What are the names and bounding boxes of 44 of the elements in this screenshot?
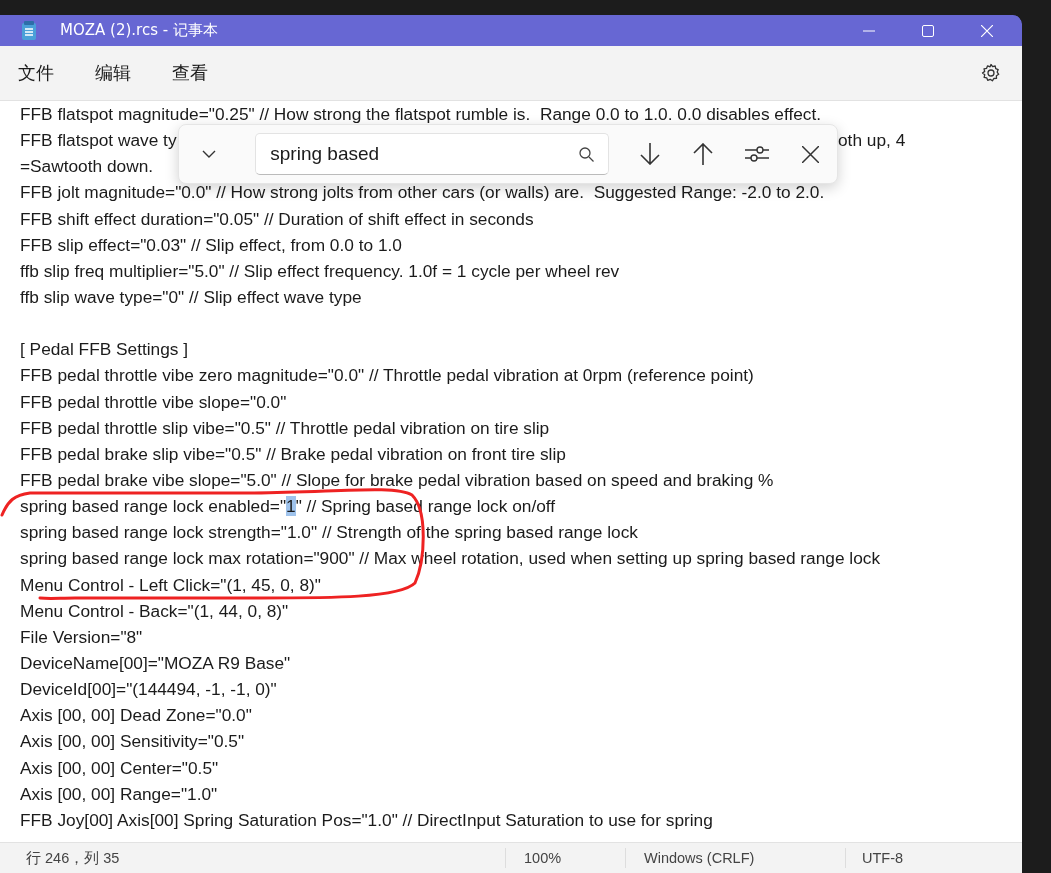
text-line: Axis [00, 00] Range="1.0" [20, 783, 218, 804]
text-line: FFB pedal throttle vibe slope="0.0" [20, 391, 287, 412]
text-line: FFB flatspot magnitude="0.25" // How strong the flatspot rumble is. Range 0.0 to 1.0. 0.0 disables effect. [20, 104, 822, 124]
search-icon[interactable] [579, 146, 595, 162]
text-line: FFB pedal brake slip vibe="0.5" // Brake pedal vibration on front tire slip [20, 443, 566, 464]
text-line: File Version="8" [20, 626, 143, 647]
text-line: =Sawtooth down. [20, 156, 154, 177]
text-line: spring based range lock strength="1.0" // Strength of the spring based range lock [20, 522, 638, 543]
text-line: FFB pedal throttle slip vibe="0.5" // Throttle pedal vibration on tire slip [20, 417, 550, 438]
text-line: DeviceName[00]="MOZA R9 Base" [20, 652, 291, 673]
text-line: Axis [00, 00] Center="0.5" [20, 757, 219, 778]
window-title: MOZA (2).rcs - 记事本 [60, 21, 218, 40]
chevron-down-icon[interactable] [202, 150, 217, 158]
text-line: Menu Control - Back="(1, 44, 0, 8)" [20, 600, 289, 621]
text-line: FFB shift effect duration="0.05" // Duration of shift effect in seconds [20, 208, 534, 229]
text-line: FFB jolt magnitude="0.0" // How strong jolts from other cars (or walls) are. Suggested Range: -2.0 to 2.0. [20, 182, 825, 203]
arrow-down-icon[interactable] [639, 143, 660, 165]
text-line: FFB pedal throttle vibe zero magnitude="0.0" // Throttle pedal vibration at 0rpm (reference point) [20, 365, 754, 386]
notepad-icon [20, 20, 38, 41]
arrow-up-icon[interactable] [693, 143, 714, 165]
text-line: DeviceId[00]="(144494, -1, -1, 0)" [20, 679, 277, 700]
text-line: FFB pedal brake vibe slope="5.0" // Slope for brake pedal vibration based on speed and braking % [20, 469, 774, 490]
menu-item[interactable]: 查看 [164, 57, 216, 89]
text-line: [ Pedal FFB Settings ] [20, 339, 189, 360]
line-ending: Windows (CRLF) [644, 850, 756, 866]
text-line: FFB flatspot wave ty [20, 130, 177, 151]
options-icon[interactable] [744, 144, 769, 164]
text-line: ffb slip wave type="0" // Slip effect wave type [20, 287, 362, 307]
text-line: Axis [00, 00] Dead Zone="0.0" [20, 705, 252, 726]
text-line: oth up, 4 [838, 129, 906, 153]
zoom-level: 100% [524, 850, 563, 866]
encoding: UTF-8 [862, 850, 904, 866]
settings-icon[interactable] [981, 63, 1001, 83]
text-line: FFB slip effect="0.03" // Slip effect, from 0.0 to 1.0 [20, 234, 402, 255]
text-line: FFB Joy[00] Axis[00] Spring Saturation Pos="1.0" // DirectInput Saturation to use for spring [20, 809, 713, 830]
close-icon[interactable] [801, 145, 819, 163]
text-line: Axis [00, 00] Sensitivity="0.5" [20, 731, 245, 752]
text-line: Menu Control - Left Click="(1, 45, 0, 8)" [20, 574, 321, 595]
search-field[interactable]: spring based [255, 133, 610, 175]
maximize-icon[interactable] [921, 24, 934, 37]
text-line: ffb slip freq multiplier="5.0" // Slip effect frequency. 1.0f = 1 cycle per wheel rev [20, 260, 620, 281]
menu-item[interactable]: 文件 [10, 57, 62, 89]
menu-item[interactable]: 编辑 [87, 57, 139, 89]
cursor-position: 行 246，列 35 [26, 848, 121, 868]
